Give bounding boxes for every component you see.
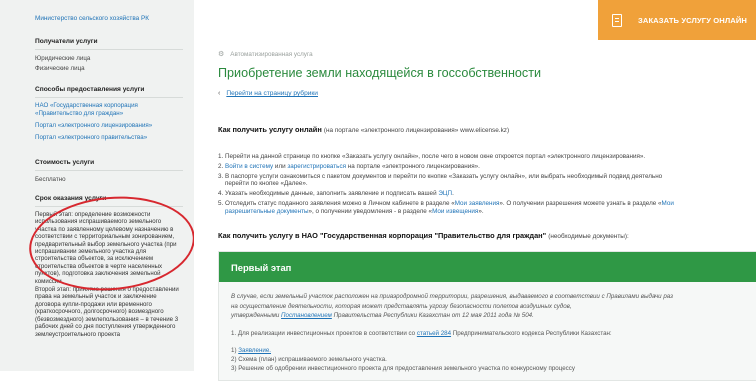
step-text: ». xyxy=(478,207,484,215)
back-to-rubric[interactable]: ‹ Перейти на страницу рубрики xyxy=(218,90,318,97)
chevron-left-icon: ‹ xyxy=(218,90,221,97)
recipients-heading: Получатели услуги xyxy=(35,38,98,45)
cost-heading: Стоимость услуги xyxy=(35,159,95,166)
step-text: Перейти на данной странице по кнопке «За… xyxy=(225,153,646,160)
online-steps-list: 1. Перейти на данной странице по кнопке … xyxy=(218,153,756,218)
back-to-rubric-link[interactable]: Перейти на страницу рубрики xyxy=(226,90,318,97)
step-text: или xyxy=(273,162,288,170)
list-item: 1. Перейти на данной странице по кнопке … xyxy=(218,153,756,161)
list-item: 4. Указать необходимые данные, заполнить… xyxy=(218,190,756,198)
list-item: 3. В паспорте услуги ознакомиться с паке… xyxy=(218,173,756,189)
ministry-link[interactable]: Министерство сельского хозяйства РК xyxy=(35,15,149,22)
gov-heading: Как получить услугу в НАО "Государственн… xyxy=(218,231,547,240)
step-number: 2. xyxy=(218,162,224,170)
step-text: Указать необходимые данные, заполнить за… xyxy=(225,190,439,198)
stage-note-row: утвержденными Постановлением Правительст… xyxy=(231,311,756,321)
list-item: 2. Войти в систему или зарегистрироватьс… xyxy=(218,163,756,171)
application-link[interactable]: Заявление. xyxy=(238,347,271,354)
my-applications-link[interactable]: Мои заявления xyxy=(455,200,500,207)
document-icon xyxy=(612,13,622,27)
methods-heading: Способы предоставления услуги xyxy=(35,86,145,93)
term-second-stage: Второй этап: принятие решения о предоста… xyxy=(35,286,179,338)
step-number: 1. xyxy=(218,153,224,160)
method-link-gov-corp[interactable]: НАО «Государственная корпорация «Правите… xyxy=(35,102,155,118)
breadcrumb-text: Автоматизированная услуга xyxy=(230,50,313,58)
stage-note: утвержденными xyxy=(231,312,282,320)
step-text: на портале «электронного лицензирования»… xyxy=(346,162,480,170)
gov-heading-sub: (необходимые документы): xyxy=(548,233,629,240)
order-online-label: ЗАКАЗАТЬ УСЛУГУ ОНЛАЙН xyxy=(638,15,747,25)
resolution-link[interactable]: Постановлением xyxy=(281,312,332,319)
gear-icon: ⚙ xyxy=(218,51,225,58)
recipient-item: Физические лица xyxy=(35,65,85,72)
step-text: В паспорте услуги ознакомиться с пакетом… xyxy=(225,172,663,180)
first-stage-title: Первый этап xyxy=(219,252,756,282)
cost-section: Стоимость услуги Бесплатно xyxy=(35,159,183,185)
stage-note: на осуществление деятельности, которая м… xyxy=(231,302,572,310)
step-text: », о получении уведомления - в разделе « xyxy=(308,207,433,215)
step-number: 4. xyxy=(218,190,224,198)
list-item: 3) Решение об одобрении инвестиционного … xyxy=(231,364,575,372)
step-number: 5. xyxy=(218,199,224,207)
step-text: Отследить статус поданного заявления мож… xyxy=(225,199,455,207)
breadcrumb: ⚙ Автоматизированная услуга xyxy=(218,50,313,59)
divider xyxy=(35,49,183,50)
method-link-egov[interactable]: Портал «электронного правительства» xyxy=(35,134,183,142)
my-permits-link[interactable]: Мои xyxy=(662,200,674,207)
order-online-button[interactable]: ЗАКАЗАТЬ УСЛУГУ ОНЛАЙН xyxy=(598,0,756,40)
step-text: перейти по кнопке «Далее». xyxy=(225,180,308,188)
permits-docs-link[interactable]: разрешительные документы xyxy=(218,208,309,215)
cost-value: Бесплатно xyxy=(35,176,66,183)
divider xyxy=(35,97,183,98)
step-text: . xyxy=(452,190,454,198)
stage-text: 1. Для реализации инвестиционных проекто… xyxy=(231,329,417,337)
first-stage-panel: Первый этап В случае, если земельный уча… xyxy=(218,251,756,381)
step-number: 3. xyxy=(218,172,224,180)
stage-paragraph: 1. Для реализации инвестиционных проекто… xyxy=(231,329,756,338)
stage-text: Предпринимательского кодекса Республики … xyxy=(451,329,612,337)
method-link-elicense[interactable]: Портал «электронного лицензирования» xyxy=(35,122,183,130)
online-heading: Как получить услугу онлайн xyxy=(218,125,322,134)
methods-section: Способы предоставления услуги НАО «Госуд… xyxy=(35,86,183,146)
sidebar: Министерство сельского хозяйства РК Полу… xyxy=(0,0,194,371)
register-link[interactable]: зарегистрироваться xyxy=(287,163,346,170)
list-item: 2) Схема (план) испрашиваемого земельног… xyxy=(231,355,387,363)
stage-note: Правительства Республики Казахстан от 12… xyxy=(331,312,534,320)
stage-note: В случае, если земельный участок располо… xyxy=(231,293,673,300)
gov-heading-row: Как получить услугу в НАО "Государственн… xyxy=(218,231,629,240)
my-notices-link[interactable]: Мои извещения xyxy=(432,208,478,215)
online-heading-sub: (на портале «электронного лицензирования… xyxy=(323,127,510,134)
recipient-item: Юридические лица xyxy=(35,55,91,62)
page-title: Приобретение земли находящейся в госсобс… xyxy=(218,66,542,80)
login-link[interactable]: Войти в систему xyxy=(225,163,273,170)
list-item: 5. Отследить статус поданного заявления … xyxy=(218,200,756,216)
divider xyxy=(35,170,183,171)
article-284-link[interactable]: статьей 284 xyxy=(417,330,451,337)
recipients-section: Получатели услуги Юридические лица Физич… xyxy=(35,38,183,74)
list-item: 1) Заявление. xyxy=(231,346,756,355)
eds-link[interactable]: ЭЦП xyxy=(438,190,452,197)
step-text: ». О получении разрешения можете узнать … xyxy=(499,199,662,207)
first-stage-body: В случае, если земельный участок располо… xyxy=(219,282,756,373)
online-heading-row: Как получить услугу онлайн (на портале «… xyxy=(218,125,509,134)
